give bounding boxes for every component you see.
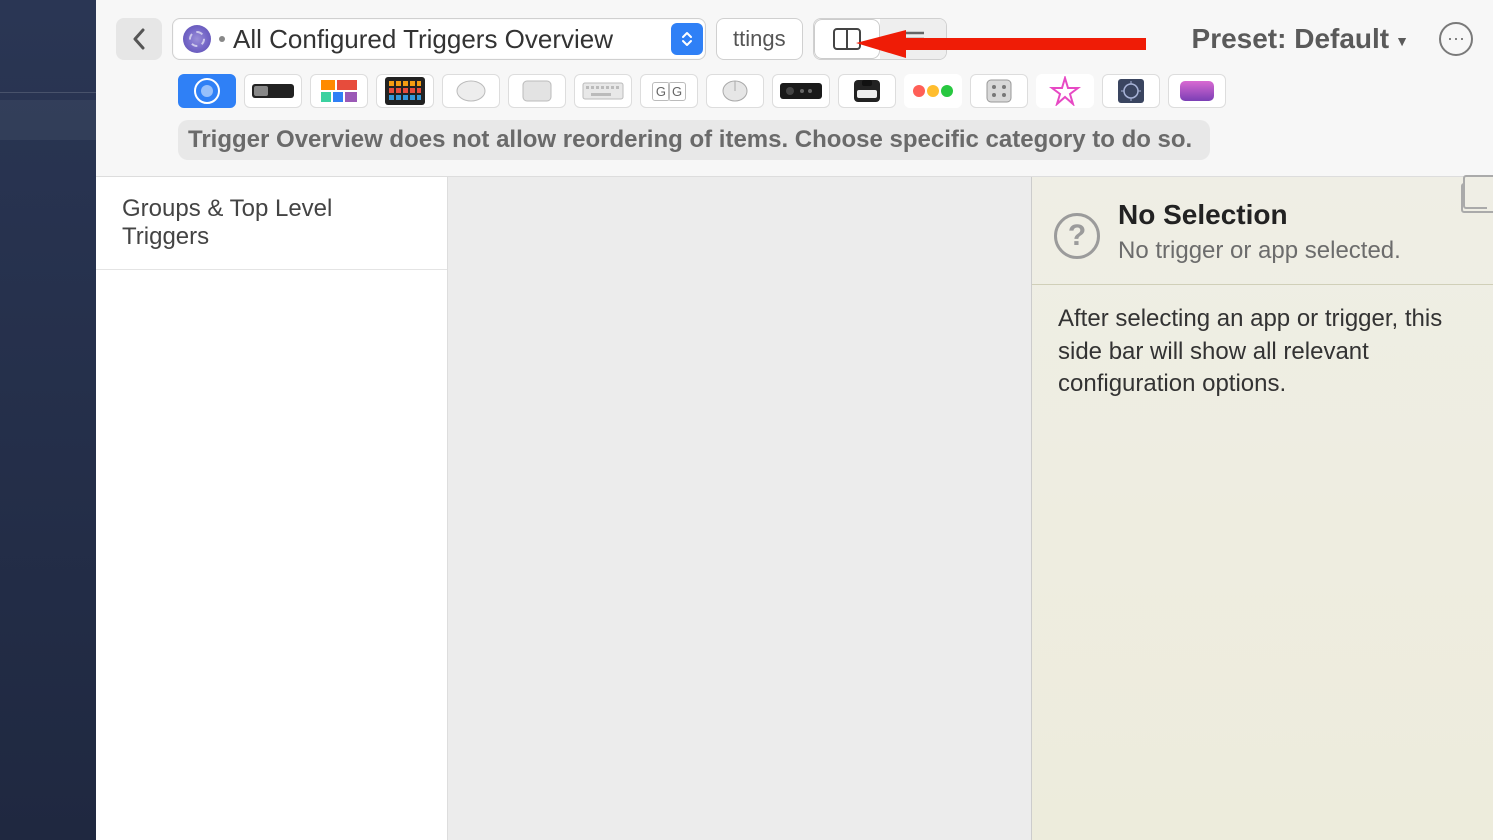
normal-mouse-icon[interactable] [706,74,764,108]
back-button[interactable] [116,18,162,60]
trackpad-icon[interactable] [508,74,566,108]
app-icon [183,25,211,53]
triggers-list-column[interactable] [448,177,1031,840]
help-icon: ? [1054,213,1100,259]
top-toolbar: All Configured Triggers Overview ttings … [96,0,1493,70]
no-selection-title: No Selection [1118,199,1401,231]
status-dot [219,36,225,42]
trigger-type-icon-row: G G [96,70,1493,116]
dropdown-chevron-icon[interactable] [671,23,703,55]
chevron-down-icon: ▼ [1395,33,1409,49]
column-view-button[interactable] [814,19,880,59]
settings-label-partial: ttings [733,26,786,52]
remote-icon[interactable] [772,74,830,108]
key-sequence-icon[interactable]: G G [640,74,698,108]
notch-bar-icon[interactable] [838,74,896,108]
more-options-button[interactable]: ⋯ [1439,22,1473,56]
keyboard-icon[interactable] [574,74,632,108]
no-selection-subtitle: No trigger or app selected. [1118,235,1401,266]
groups-header: Groups & Top Level Triggers [96,177,447,270]
detach-window-icon[interactable] [1461,183,1493,213]
floating-menu-icon[interactable] [310,74,368,108]
config-sidebar-body: After selecting an app or trigger, this … [1032,285,1493,418]
groups-column[interactable]: Groups & Top Level Triggers [96,177,448,840]
siri-remote-icon[interactable] [970,74,1028,108]
config-sidebar: ? No Selection No trigger or app selecte… [1031,177,1493,840]
btt-remote-icon[interactable] [1168,74,1226,108]
trigger-category-dropdown[interactable]: All Configured Triggers Overview [172,18,706,60]
window-buttons-icon[interactable] [904,74,962,108]
drawing-gesture-icon[interactable] [1036,74,1094,108]
info-message: Trigger Overview does not allow reorderi… [178,120,1210,160]
preset-label: Preset: Default [1192,23,1390,55]
settings-button[interactable]: ttings [716,18,803,60]
sidebar-active-item[interactable] [0,100,96,140]
content-area: Groups & Top Level Triggers ? No Selecti… [96,176,1493,840]
touchbar-icon[interactable] [244,74,302,108]
other-triggers-icon[interactable] [1102,74,1160,108]
stream-deck-icon[interactable] [376,74,434,108]
all-triggers-icon[interactable] [178,74,236,108]
view-mode-toggle [813,18,947,60]
apps-sidebar[interactable] [0,0,96,840]
magic-mouse-icon[interactable] [442,74,500,108]
preset-menu[interactable]: Preset: Default ▼ [1192,23,1409,55]
list-view-button[interactable] [880,19,946,59]
trigger-category-title: All Configured Triggers Overview [233,24,613,55]
